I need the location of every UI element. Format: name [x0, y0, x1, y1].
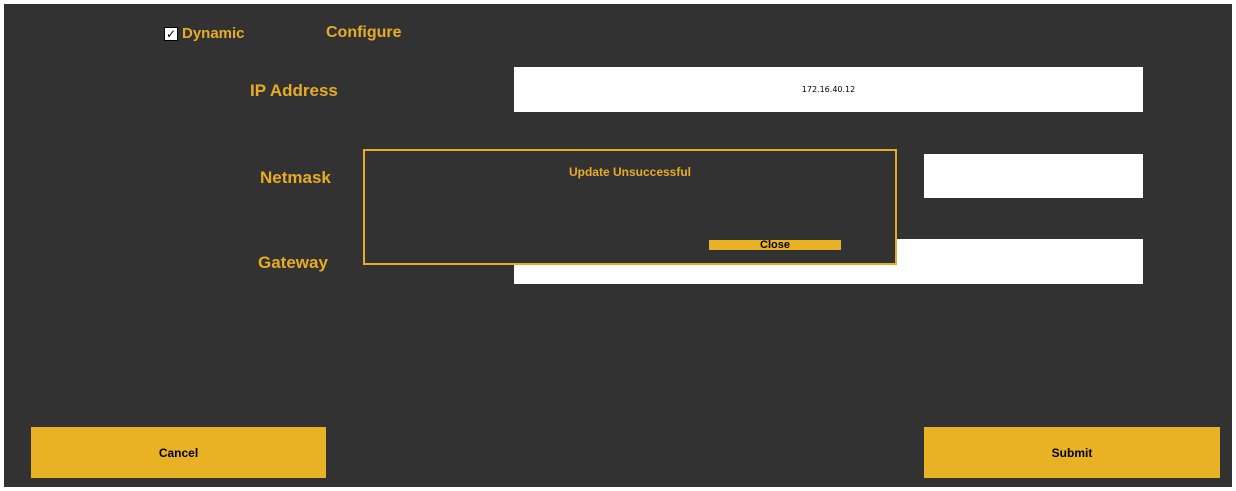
cancel-button[interactable]: Cancel	[31, 427, 326, 478]
netmask-input[interactable]	[924, 154, 1143, 198]
netmask-label: Netmask	[260, 168, 331, 187]
update-error-dialog: Update Unsuccessful Close	[363, 149, 897, 265]
dynamic-checkbox-group[interactable]: ✓ Dynamic	[164, 25, 245, 42]
dynamic-label: Dynamic	[182, 25, 245, 42]
dialog-close-button[interactable]: Close	[709, 240, 841, 251]
ip-address-label: IP Address	[250, 81, 338, 100]
gateway-label: Gateway	[258, 253, 328, 272]
dialog-message: Update Unsuccessful	[568, 165, 692, 179]
submit-button[interactable]: Submit	[924, 427, 1220, 478]
ip-address-input[interactable]	[514, 67, 1143, 112]
checkmark-icon: ✓	[165, 26, 177, 41]
network-config-screen: ✓ Dynamic Configure IP Address Netmask G…	[4, 4, 1232, 487]
dynamic-checkbox[interactable]: ✓	[164, 26, 178, 41]
configure-label: Configure	[326, 24, 402, 41]
